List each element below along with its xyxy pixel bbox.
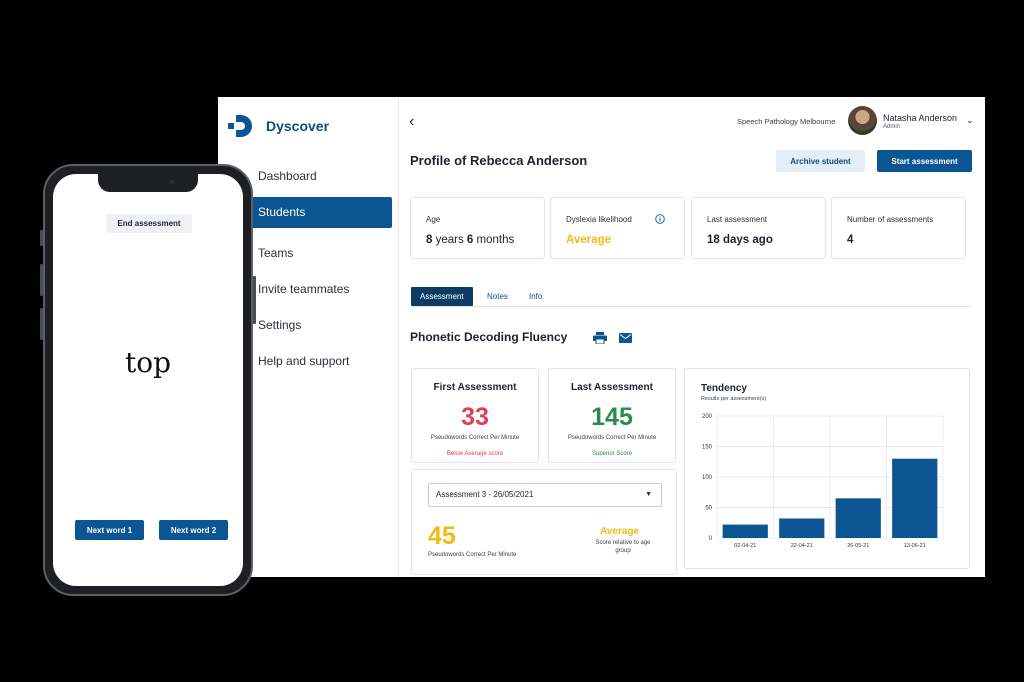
chart-bar — [835, 498, 881, 538]
chart-bar — [779, 518, 825, 538]
phone-power-button — [253, 276, 256, 324]
selected-assessment-rating-note: Score relative to age group — [595, 540, 651, 554]
last-assessment-card: Last assessment 18 days ago — [691, 197, 826, 259]
phone-volume-down-button — [40, 308, 43, 340]
sidebar-nav: Dashboard Students Teams Invite teammate… — [248, 161, 392, 382]
y-tick-label: 100 — [702, 475, 713, 481]
tab-assessment[interactable]: Assessment — [411, 287, 473, 306]
page-title: Profile of Rebecca Anderson — [410, 153, 588, 168]
dyslexia-value: Average — [566, 234, 611, 246]
tendency-bar-chart: 0 50 100 150 200 02-04-21 22-04-21 26-05-21 13-0… — [702, 414, 944, 549]
assessment-count-card: Number of assessments 4 — [831, 197, 966, 259]
y-tick-label: 0 — [709, 536, 713, 542]
dyscover-logo-icon — [228, 115, 252, 137]
user-role: Admin — [883, 124, 901, 130]
main-content: ‹ Speech Pathology Melbourne Natasha And… — [399, 97, 985, 577]
chart-bar — [892, 458, 938, 538]
brand-logo[interactable]: Dyscover — [228, 115, 329, 137]
first-assessment-note: Below Average score — [446, 451, 504, 457]
brand-name: Dyscover — [266, 118, 330, 134]
first-assessment-score: 33 — [461, 403, 489, 431]
start-assessment-button[interactable]: Start assessment — [877, 150, 972, 172]
next-word-2-button[interactable]: Next word 2 — [159, 520, 228, 540]
last-assessment-value: 18 days ago — [707, 234, 773, 246]
phone-mute-switch — [40, 230, 43, 246]
x-tick-label: 22-04-21 — [791, 543, 813, 549]
x-tick-label: 13-06-21 — [904, 543, 926, 549]
sidebar-item-settings[interactable]: Settings — [248, 310, 392, 341]
profile-tabs: Assessment Notes Info — [411, 287, 971, 307]
y-tick-label: 200 — [702, 414, 713, 420]
sidebar-item-students[interactable]: Students — [248, 197, 392, 228]
dyslexia-label: Dyslexia likelihood — [566, 215, 632, 224]
selected-assessment-unit: Pseudowords Correct Per Minute — [428, 552, 517, 558]
selected-assessment-rating: Average — [600, 526, 640, 537]
mail-icon[interactable] — [619, 333, 632, 343]
first-assessment-card: First Assessment 33 Pseudowords Correct … — [411, 368, 539, 463]
chart-bar — [722, 524, 768, 538]
tab-info[interactable]: Info — [529, 287, 542, 306]
back-arrow-icon[interactable]: ‹ — [409, 113, 414, 131]
first-assessment-title: First Assessment — [433, 382, 517, 393]
selected-assessment-score: 45 — [428, 522, 456, 550]
organization-name: Speech Pathology Melbourne — [737, 117, 836, 126]
chevron-down-icon[interactable]: ⌄ — [966, 115, 974, 126]
sidebar-item-help[interactable]: Help and support — [248, 346, 392, 377]
age-value: 8 years 6 months — [426, 234, 515, 246]
assessment-count-value: 4 — [847, 234, 854, 246]
assessment-select-value: Assessment 3 - 26/05/2021 — [436, 490, 534, 499]
user-name[interactable]: Natasha Anderson — [883, 113, 957, 123]
last-assessment-note: Superior Score — [591, 451, 633, 457]
section-title: Phonetic Decoding Fluency — [410, 330, 568, 344]
dropdown-caret-icon: ▼ — [645, 491, 652, 498]
assessment-count-label: Number of assessments — [847, 215, 934, 224]
last-assessment-unit: Pseudowords Correct Per Minute — [567, 435, 657, 441]
sidebar-item-invite-teammates[interactable]: Invite teammates — [248, 274, 392, 305]
sidebar-item-dashboard[interactable]: Dashboard — [248, 161, 392, 192]
age-label: Age — [426, 215, 441, 224]
phone-notch — [98, 174, 198, 192]
age-card: Age 8 years 6 months — [410, 197, 545, 259]
archive-student-button[interactable]: Archive student — [776, 150, 865, 172]
sidebar-item-teams[interactable]: Teams — [248, 238, 392, 269]
y-tick-label: 150 — [702, 445, 713, 451]
selected-assessment-card: Assessment 3 - 26/05/2021 ▼ 45 Pseudowor… — [411, 469, 677, 575]
last-assessment-score-card: Last Assessment 145 Pseudowords Correct … — [548, 368, 676, 463]
dyslexia-likelihood-card: Dyslexia likelihood Average — [550, 197, 685, 259]
last-assessment-score: 145 — [591, 403, 633, 431]
phone-device: End assessment top Next word 1 Next word… — [40, 164, 256, 596]
tendency-chart-card: Tendency Results per assessment(s) 0 50 10… — [684, 368, 970, 569]
assessment-select[interactable]: Assessment 3 - 26/05/2021 ▼ — [428, 483, 662, 507]
first-assessment-unit: Pseudowords Correct Per Minute — [430, 435, 520, 441]
print-icon[interactable] — [593, 332, 607, 344]
x-tick-label: 26-05-21 — [847, 543, 869, 549]
last-assessment-label: Last assessment — [707, 215, 768, 224]
camera-icon — [170, 180, 174, 184]
next-word-1-button[interactable]: Next word 1 — [75, 520, 144, 540]
last-assessment-title: Last Assessment — [571, 382, 653, 393]
y-tick-label: 50 — [705, 506, 712, 512]
test-word: top — [124, 346, 172, 379]
phone-volume-up-button — [40, 264, 43, 296]
avatar[interactable] — [848, 106, 877, 135]
x-tick-label: 02-04-21 — [734, 543, 756, 549]
info-icon[interactable] — [655, 214, 665, 224]
phone-screen: End assessment top Next word 1 Next word… — [53, 174, 243, 586]
tab-notes[interactable]: Notes — [487, 287, 508, 306]
desktop-app-window: Dyscover Dashboard Students Teams Invite… — [218, 97, 985, 577]
end-assessment-button[interactable]: End assessment — [106, 214, 192, 233]
